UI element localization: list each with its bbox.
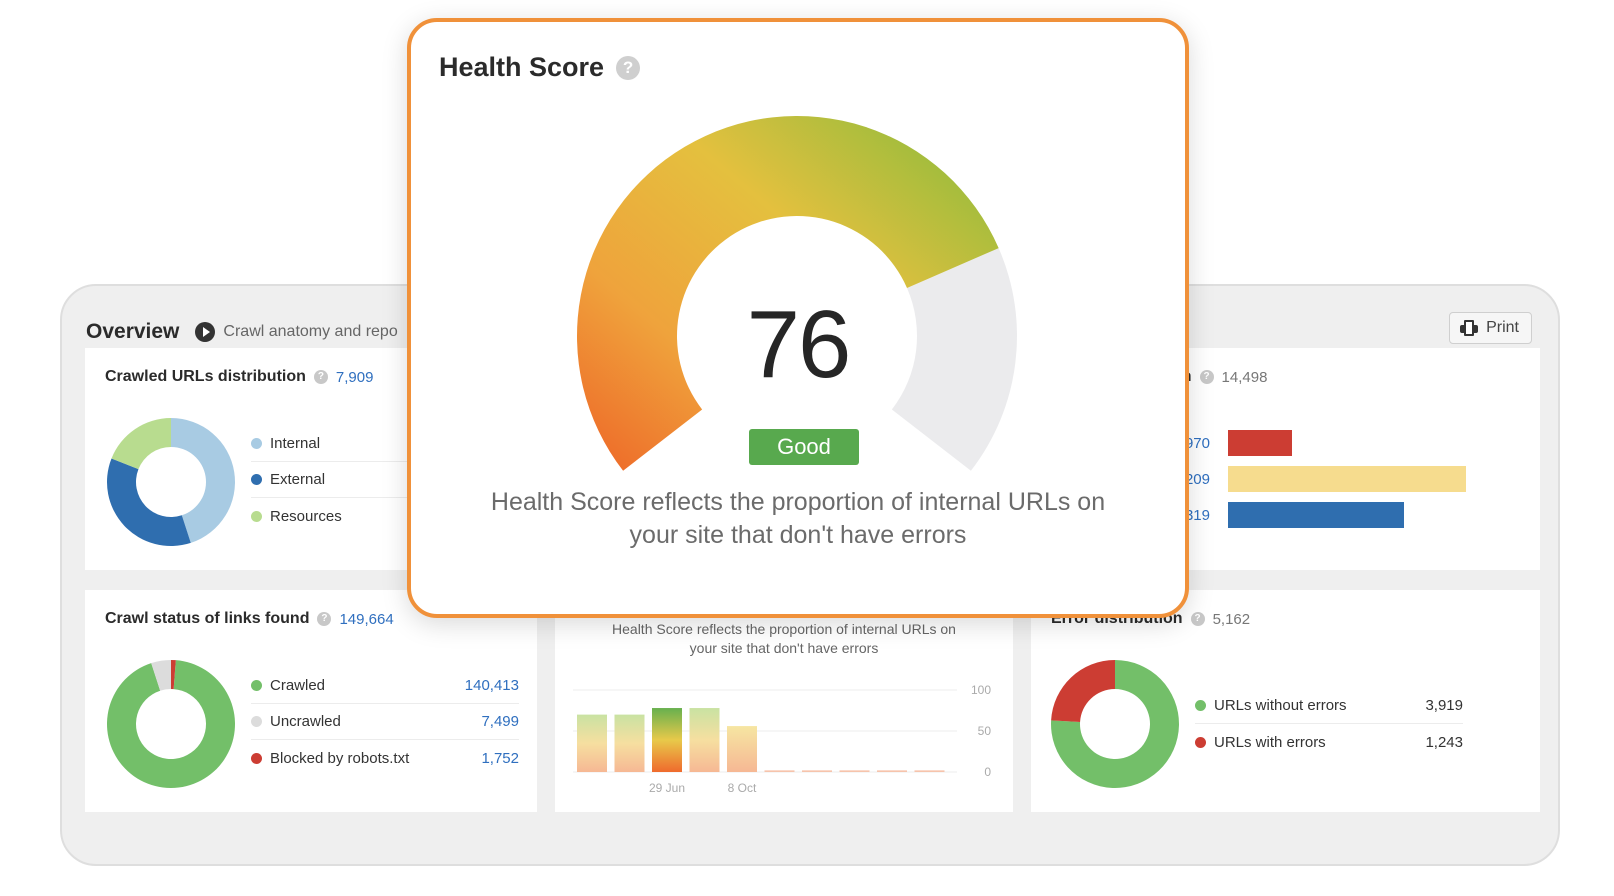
health-score-description-line2: your site that don't have errors [629,521,967,549]
health-score-description: Health Score reflects the proportion of … [411,486,1185,552]
card-title: Crawled URLs distribution ? 7,909 [105,368,373,386]
y-tick-label: 50 [978,724,992,738]
error-distribution-count: 5,162 [1212,610,1251,628]
history-bar[interactable] [689,708,720,772]
legend-dot [1195,700,1206,711]
legend-value[interactable]: 3,919 [1425,697,1463,714]
hbar-row[interactable]: ,209 [1170,466,1466,492]
health-score-value: 76 [746,291,852,398]
help-icon[interactable]: ? [1190,612,1205,626]
health-status-badge: Good [749,429,859,465]
card-title: Crawl status of links found ? 149,664 [105,610,394,628]
error-distribution-legend: URLs without errors 3,919 URLs with error… [1195,688,1463,760]
history-bar[interactable] [877,770,907,772]
donut-slice[interactable] [107,458,191,546]
history-bar[interactable] [727,726,757,772]
legend-value[interactable]: 1,243 [1425,734,1463,751]
hbar [1228,430,1292,456]
crawl-status-count[interactable]: 149,664 [339,611,393,628]
legend-value[interactable]: 7,499 [481,713,519,730]
hbar [1228,502,1404,528]
health-score-description-line1: Health Score reflects the proportion of … [490,488,1106,516]
overview-header: Overview Crawl anatomy and repo [86,320,398,344]
crawled-urls-count[interactable]: 7,909 [336,369,374,386]
legend-label: Blocked by robots.txt [270,749,410,767]
health-score-card: Health Score ? 76 Good Health Score refl… [407,18,1189,618]
print-label: Print [1486,319,1519,336]
print-button[interactable]: Print [1449,312,1532,344]
history-bar[interactable] [764,770,795,772]
legend-dot [251,510,262,522]
play-icon[interactable] [195,322,216,342]
history-bar[interactable] [577,714,607,772]
x-tick-label: 8 Oct [728,781,757,795]
crawl-status-card: Crawl status of links found ? 149,664 Cr… [85,590,537,812]
legend-label: Crawled [270,677,326,694]
history-bar[interactable] [914,770,945,772]
legend-label: URLs with errors [1214,733,1326,751]
legend-item-blocked[interactable]: Blocked by robots.txt 1,752 [251,740,519,776]
help-icon[interactable]: ? [1199,370,1214,384]
legend-item-crawled[interactable]: Crawled 140,413 [251,668,519,704]
legend-value[interactable]: 140,413 [465,677,519,694]
history-bar[interactable] [652,708,682,772]
x-tick-label: 29 Jun [649,781,685,795]
crawl-status-legend: Crawled 140,413 Uncrawled 7,499 Blocked by… [251,668,519,776]
crawl-status-donut [107,660,235,788]
legend-dot [251,752,262,764]
hbar [1228,466,1466,492]
error-distribution-card: Error distribution ? 5,162 URLs without … [1031,590,1540,812]
legend-dot [251,438,262,449]
donut-slice[interactable] [1051,660,1115,723]
help-icon[interactable]: ? [313,370,328,384]
y-tick-label: 100 [971,683,991,697]
top-right-count: 14,498 [1221,368,1268,386]
y-tick-label: 0 [984,765,991,779]
legend-value[interactable]: 1,752 [481,750,519,767]
legend-item-with-errors[interactable]: URLs with errors 1,243 [1195,724,1463,760]
history-bar[interactable] [839,770,870,772]
overview-title: Overview [86,320,180,343]
legend-dot [1195,736,1206,748]
crawl-status-title: Crawl status of links found [105,610,310,627]
hbar-row[interactable]: ,319 [1170,502,1404,528]
printer-icon [1460,320,1479,336]
health-history-chart: 100 50 0 29 Jun 8 Oct [573,683,992,795]
donut-slice[interactable] [111,418,171,470]
error-distribution-donut [1051,660,1179,788]
crawled-urls-donut [107,418,236,546]
legend-label: URLs without errors [1214,697,1347,714]
legend-item-uncrawled[interactable]: Uncrawled 7,499 [251,704,519,740]
legend-item-without-errors[interactable]: URLs without errors 3,919 [1195,688,1463,724]
legend-dot [251,680,262,691]
health-history-card: Health Score reflects the proportion of … [555,590,1013,812]
crawled-urls-title: Crawled URLs distribution [105,368,306,385]
legend-dot [251,716,262,727]
legend-label: Uncrawled [270,713,341,730]
legend-dot [251,474,262,485]
history-bar[interactable] [802,770,832,772]
help-icon[interactable]: ? [317,612,332,626]
history-bar[interactable] [614,714,645,772]
overview-subtitle[interactable]: Crawl anatomy and repo [223,323,397,341]
